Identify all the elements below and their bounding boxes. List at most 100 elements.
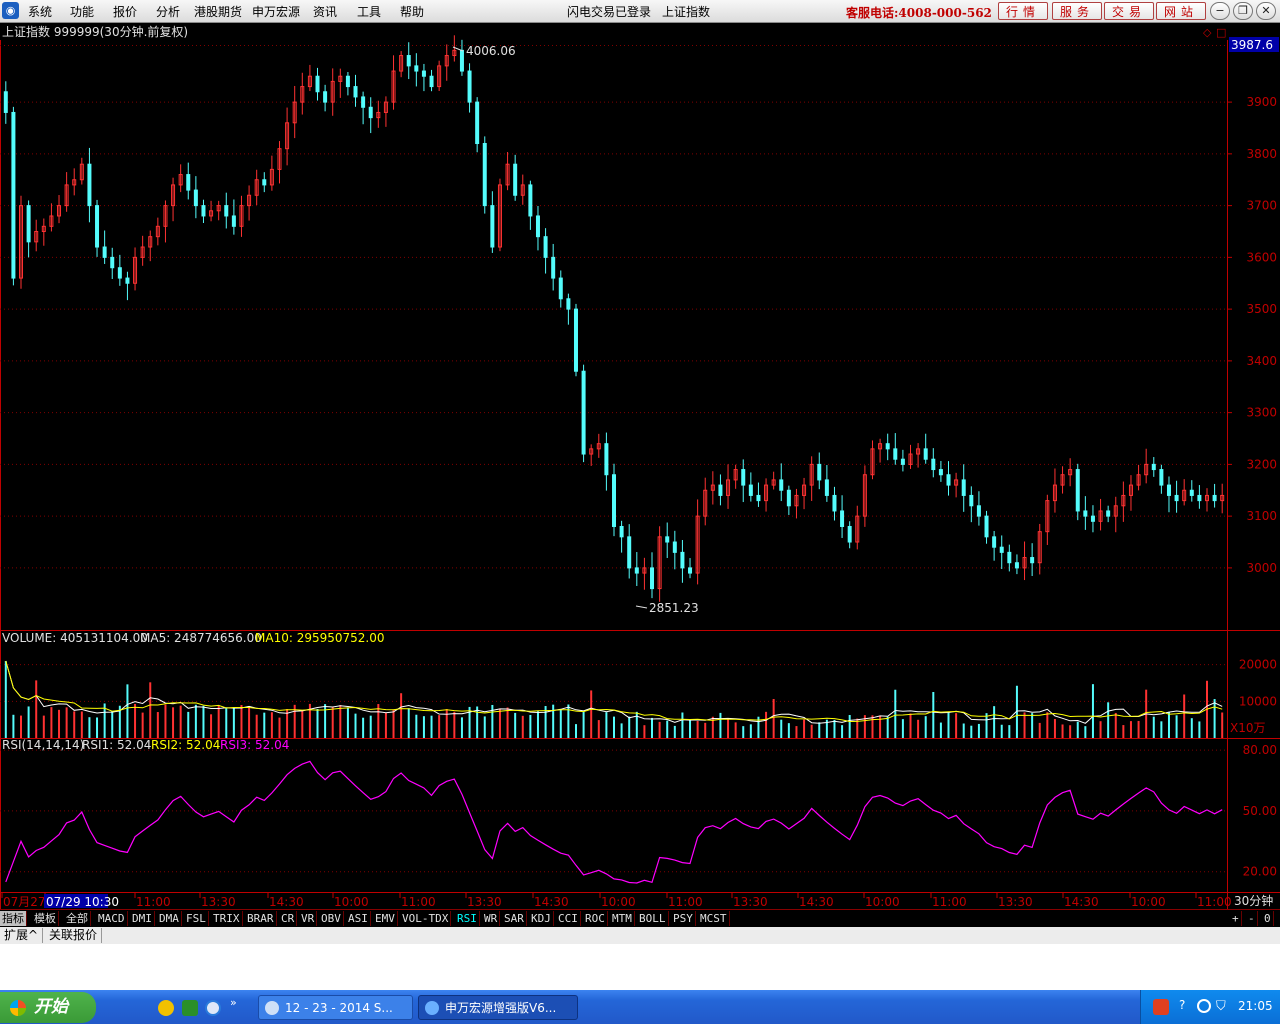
- menu-item-system[interactable]: 系统: [28, 3, 52, 20]
- back-icon[interactable]: [1197, 999, 1211, 1013]
- time-tick-label: 13:30: [467, 895, 502, 909]
- indicator-tab-emv[interactable]: EMV: [373, 911, 398, 926]
- candle-body: [931, 458, 936, 471]
- low-annotation: 2851.23: [649, 601, 699, 615]
- tab-tool-0[interactable]: +: [1230, 911, 1242, 926]
- menu-item-function[interactable]: 功能: [70, 3, 94, 20]
- tab-tool-1[interactable]: -: [1246, 911, 1258, 926]
- indicator-tab-模板[interactable]: 模板: [32, 911, 59, 926]
- candle-body: [832, 494, 837, 512]
- time-tick-label: 11:00: [668, 895, 703, 909]
- indicator-tab-mcst[interactable]: MCST: [698, 911, 730, 926]
- minimize-icon[interactable]: −: [1210, 2, 1230, 20]
- expand-tab[interactable]: 扩展^: [0, 928, 44, 943]
- indicator-tab-sar[interactable]: SAR: [502, 911, 527, 926]
- indicator-tab-obv[interactable]: OBV: [319, 911, 344, 926]
- candle-body: [946, 474, 951, 486]
- candle-body: [125, 277, 130, 284]
- market-button[interactable]: 行情: [998, 2, 1048, 20]
- indicator-tab-psy[interactable]: PSY: [671, 911, 696, 926]
- candle-body: [1197, 494, 1202, 502]
- indicator-tab-指标[interactable]: 指标: [0, 911, 27, 926]
- rsi1-label: RSI1: 52.04: [82, 738, 151, 752]
- candle-body: [551, 256, 556, 279]
- candle-body: [665, 536, 670, 543]
- quicklaunch-icon-1[interactable]: [158, 1000, 174, 1016]
- browser-icon[interactable]: [205, 1000, 221, 1016]
- quicklaunch-icon-2[interactable]: [182, 1000, 198, 1016]
- website-button[interactable]: 网站: [1156, 2, 1206, 20]
- indicator-tab-mtm[interactable]: MTM: [610, 911, 635, 926]
- trade-button[interactable]: 交易: [1104, 2, 1154, 20]
- indicator-tab-cci[interactable]: CCI: [556, 911, 581, 926]
- menu-item-hk-futures[interactable]: 港股期货: [194, 3, 242, 20]
- menu-item-analysis[interactable]: 分析: [156, 3, 180, 20]
- period-label[interactable]: 30分钟: [1234, 893, 1273, 908]
- indicator-tab-asi[interactable]: ASI: [346, 911, 371, 926]
- close-icon[interactable]: ✕: [1256, 2, 1276, 20]
- indicator-tab-dma[interactable]: DMA: [157, 911, 182, 926]
- menu-item-quote[interactable]: 报价: [113, 3, 137, 20]
- indicator-tab-rsi[interactable]: RSI: [455, 911, 480, 926]
- indicator-tab-kdj[interactable]: KDJ: [529, 911, 554, 926]
- menu-item-swhy[interactable]: 申万宏源: [252, 3, 300, 20]
- restore-icon[interactable]: ❐: [1233, 2, 1253, 20]
- window-box-icon[interactable]: □: [1216, 26, 1226, 39]
- rsi3-label: RSI3: 52.04: [220, 738, 289, 752]
- stock-chart[interactable]: 3000 3100 3200 3300 3400 3500 3600 3700 3800 3900…: [0, 22, 1280, 910]
- clock: 21:05: [1238, 999, 1273, 1013]
- candle-body: [475, 101, 480, 145]
- diamond-icon[interactable]: ◇: [1203, 26, 1212, 39]
- candle-body: [581, 370, 586, 455]
- taskbar-item-2[interactable]: 申万宏源增强版V6...: [418, 995, 578, 1020]
- candle-body: [1083, 510, 1088, 517]
- candle-body: [748, 484, 753, 496]
- indicator-tab-boll[interactable]: BOLL: [637, 911, 669, 926]
- candle-body: [482, 143, 487, 207]
- menu-item-help[interactable]: 帮助: [400, 3, 424, 20]
- tab-tool-2[interactable]: 0: [1262, 911, 1274, 926]
- candle-body: [528, 184, 533, 217]
- candle-body: [406, 55, 411, 67]
- indicator-tab-roc[interactable]: ROC: [583, 911, 608, 926]
- time-tick-label: 14:30: [534, 895, 569, 909]
- indicator-tab-vol-tdx[interactable]: VOL-TDX: [400, 911, 452, 926]
- candle-body: [999, 546, 1004, 553]
- indicator-tab-vr[interactable]: VR: [299, 911, 318, 926]
- candle-body: [102, 246, 107, 258]
- indicator-tab-fsl[interactable]: FSL: [184, 911, 209, 926]
- menu-item-tools[interactable]: 工具: [357, 3, 381, 20]
- indicator-tab-wr[interactable]: WR: [482, 911, 501, 926]
- time-tick-label: 07/29 10:30: [46, 895, 119, 909]
- indicator-tab-cr[interactable]: CR: [279, 911, 298, 926]
- candle-body: [490, 205, 495, 248]
- price-tick-label: 3500: [1246, 302, 1277, 316]
- price-tick-label: 3700: [1246, 199, 1277, 213]
- start-button[interactable]: 开始: [0, 992, 96, 1023]
- chart-title: 上证指数 999999(30分钟.前复权): [2, 24, 188, 39]
- candle-body: [3, 91, 8, 113]
- volume-series: [4, 660, 1224, 738]
- shield-icon[interactable]: ⛉: [1216, 999, 1226, 1014]
- more-icon[interactable]: »: [230, 996, 237, 1009]
- service-button[interactable]: 服务: [1052, 2, 1102, 20]
- indicator-tab-brar[interactable]: BRAR: [245, 911, 277, 926]
- candle-body: [186, 174, 191, 191]
- indicator-tab-全部[interactable]: 全部: [64, 911, 91, 926]
- related-quote-tab[interactable]: 关联报价: [45, 928, 103, 943]
- rsi-label: RSI(14,14,14): [2, 738, 84, 752]
- indicator-tab-dmi[interactable]: DMI: [130, 911, 155, 926]
- app-logo-icon[interactable]: ◉: [2, 2, 19, 19]
- candle-body: [543, 236, 548, 258]
- windows-logo-icon: [10, 1000, 26, 1016]
- help-icon[interactable]: ?: [1179, 998, 1185, 1012]
- indicator-tab-trix[interactable]: TRIX: [211, 911, 243, 926]
- candle-body: [1212, 494, 1217, 502]
- time-tick-label: 14:30: [1064, 895, 1099, 909]
- sogou-icon[interactable]: [1153, 999, 1169, 1015]
- menu-item-news[interactable]: 资讯: [313, 3, 337, 20]
- chart-grid: [0, 40, 1280, 910]
- taskbar-item-1[interactable]: 12 - 23 - 2014 S...: [258, 995, 413, 1020]
- login-status: 闪电交易已登录: [567, 5, 652, 19]
- indicator-tab-macd[interactable]: MACD: [96, 911, 128, 926]
